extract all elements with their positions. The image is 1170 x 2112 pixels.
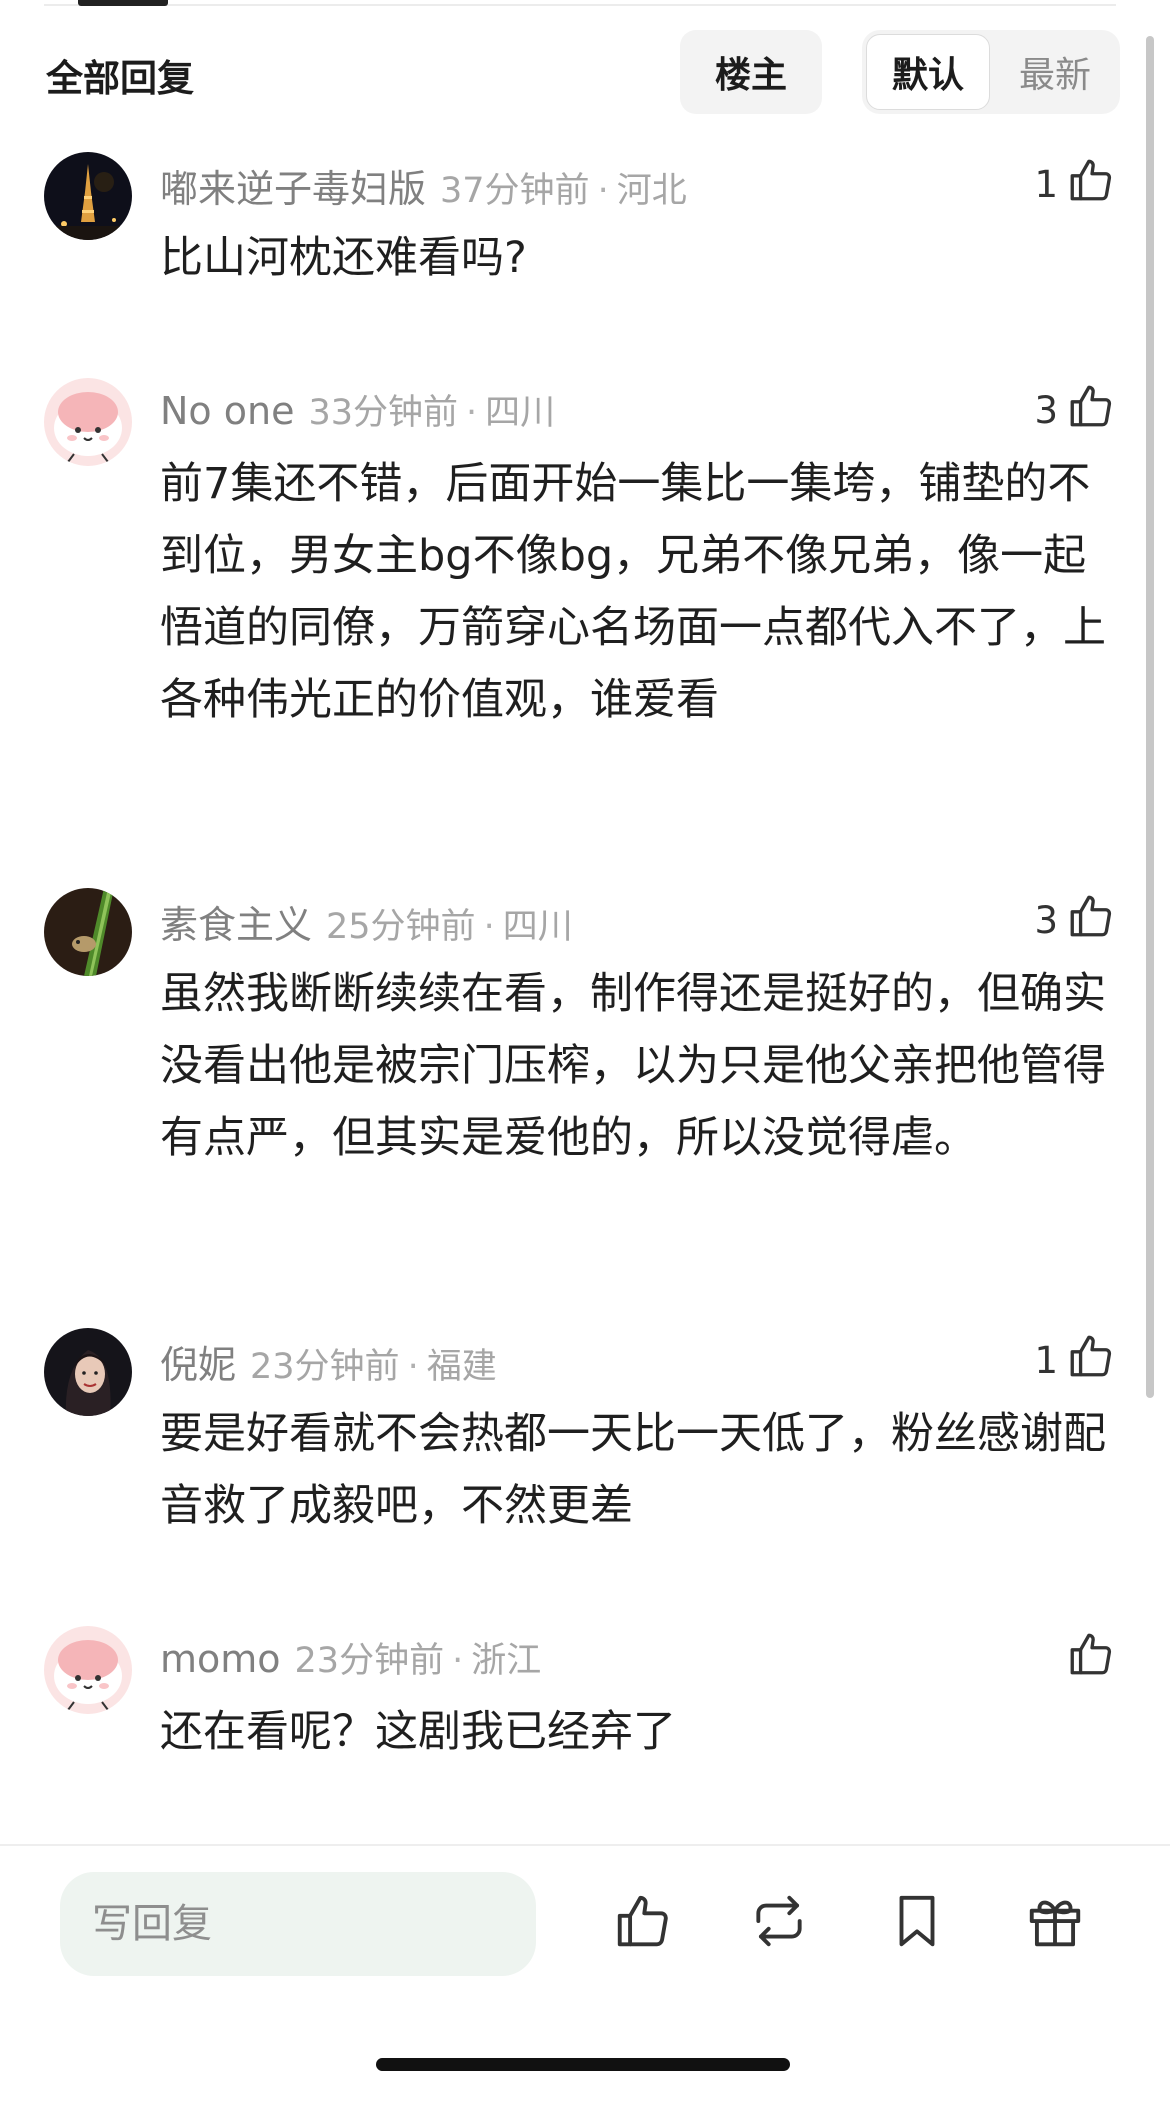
- like-count: 1: [1034, 162, 1058, 206]
- sort-toggle: 默认 最新: [862, 30, 1120, 114]
- sort-newest-button[interactable]: 最新: [996, 34, 1114, 110]
- avatar[interactable]: [44, 1626, 132, 1714]
- comment-item: 嘟来逆子毒妇版 37分钟前 · 河北 1 比山河枕还难看吗?: [44, 152, 1116, 302]
- location: 四川: [485, 393, 556, 433]
- timestamp: 23分钟前: [250, 1347, 400, 1387]
- comment-text: 虽然我断断续续在看，制作得还是挺好的，但确实没看出他是被宗门压榨，以为只是他父亲…: [160, 969, 1106, 1163]
- avatar[interactable]: [44, 378, 132, 466]
- repost-button[interactable]: [746, 1890, 812, 1956]
- gift-icon: [1024, 1890, 1086, 1956]
- comment-item: 倪妮 23分钟前 · 福建 1 要是好看就不会热都一天比一天低了，粉丝感谢配音救了成毅…: [44, 1328, 1116, 1558]
- bottom-bar-divider: [0, 1844, 1170, 1846]
- like-post-button[interactable]: [610, 1890, 676, 1956]
- location: 四川: [502, 907, 573, 947]
- meta-separator: ·: [597, 171, 609, 211]
- timestamp: 37分钟前: [440, 171, 590, 211]
- comment-text: 还在看呢？这剧我已经弃了: [160, 1707, 676, 1757]
- avatar[interactable]: [44, 1328, 132, 1416]
- top-divider: [44, 4, 1116, 6]
- like-count: 3: [1034, 388, 1058, 432]
- comment-meta: momo 23分钟前 · 浙江: [160, 1632, 541, 1683]
- comment-meta: 素食主义 25分钟前 · 四川: [160, 894, 573, 949]
- avatar[interactable]: [44, 152, 132, 240]
- comment-text: 要是好看就不会热都一天比一天低了，粉丝感谢配音救了成毅吧，不然更差: [160, 1409, 1106, 1531]
- timestamp: 23分钟前: [294, 1641, 445, 1681]
- comment-meta: 嘟来逆子毒妇版 37分钟前 · 河北: [160, 158, 687, 213]
- meta-separator: ·: [407, 1347, 419, 1387]
- like-button[interactable]: 3: [1034, 382, 1116, 438]
- username[interactable]: 素食主义: [160, 903, 312, 947]
- bookmark-button[interactable]: [884, 1890, 950, 1956]
- like-count: 3: [1034, 898, 1058, 942]
- like-icon: [612, 1890, 674, 1956]
- timestamp: 33分钟前: [308, 393, 459, 433]
- location: 福建: [426, 1347, 497, 1387]
- scrollbar[interactable]: [1146, 36, 1154, 1398]
- tab-indicator: [78, 0, 168, 6]
- comment-item: momo 23分钟前 · 浙江 还在看呢？这剧我已经弃了: [44, 1626, 1116, 1786]
- comment-item: 素食主义 25分钟前 · 四川 3 虽然我断断续续在看，制作得还是挺好的，但确实没看出…: [44, 888, 1116, 1258]
- meta-separator: ·: [466, 393, 478, 433]
- gift-button[interactable]: [1022, 1890, 1088, 1956]
- location: 浙江: [471, 1641, 542, 1681]
- page-title: 全部回复: [46, 57, 194, 100]
- reply-input[interactable]: [60, 1872, 536, 1976]
- username[interactable]: 倪妮: [160, 1343, 236, 1387]
- bookmark-icon: [886, 1890, 948, 1956]
- like-button[interactable]: 3: [1034, 892, 1116, 948]
- avatar[interactable]: [44, 888, 132, 976]
- meta-separator: ·: [452, 1641, 464, 1681]
- username[interactable]: 嘟来逆子毒妇版: [160, 167, 426, 211]
- comment-meta: No one 33分钟前 · 四川: [160, 384, 555, 435]
- sort-default-button[interactable]: 默认: [866, 34, 990, 110]
- thumbs-up-icon: [1066, 381, 1116, 440]
- thumbs-up-icon: [1066, 891, 1116, 950]
- comment-text: 前7集还不错，后面开始一集比一集垮，铺垫的不到位，男女主bg不像bg，兄弟不像兄…: [160, 459, 1106, 725]
- timestamp: 25分钟前: [326, 907, 476, 947]
- like-button[interactable]: 1: [1034, 156, 1116, 212]
- replies-header: 全部回复 楼主 默认 最新: [44, 26, 1120, 116]
- thumbs-up-icon: [1066, 1629, 1116, 1688]
- comment-meta: 倪妮 23分钟前 · 福建: [160, 1334, 497, 1389]
- thumbs-up-icon: [1066, 1331, 1116, 1390]
- repost-icon: [748, 1890, 810, 1956]
- comment-item: No one 33分钟前 · 四川 3 前7集还不错，后面开始一集比一集垮，铺垫的不到…: [44, 378, 1116, 818]
- thumbs-up-icon: [1066, 155, 1116, 214]
- location: 河北: [616, 171, 687, 211]
- like-count: 1: [1034, 1338, 1058, 1382]
- meta-separator: ·: [483, 907, 495, 947]
- username[interactable]: No one: [160, 389, 294, 433]
- like-button[interactable]: [1058, 1630, 1116, 1686]
- username[interactable]: momo: [160, 1637, 281, 1681]
- comment-text: 比山河枕还难看吗?: [160, 233, 527, 283]
- like-button[interactable]: 1: [1034, 1332, 1116, 1388]
- owner-filter-button[interactable]: 楼主: [680, 30, 822, 114]
- home-indicator: [376, 2058, 790, 2071]
